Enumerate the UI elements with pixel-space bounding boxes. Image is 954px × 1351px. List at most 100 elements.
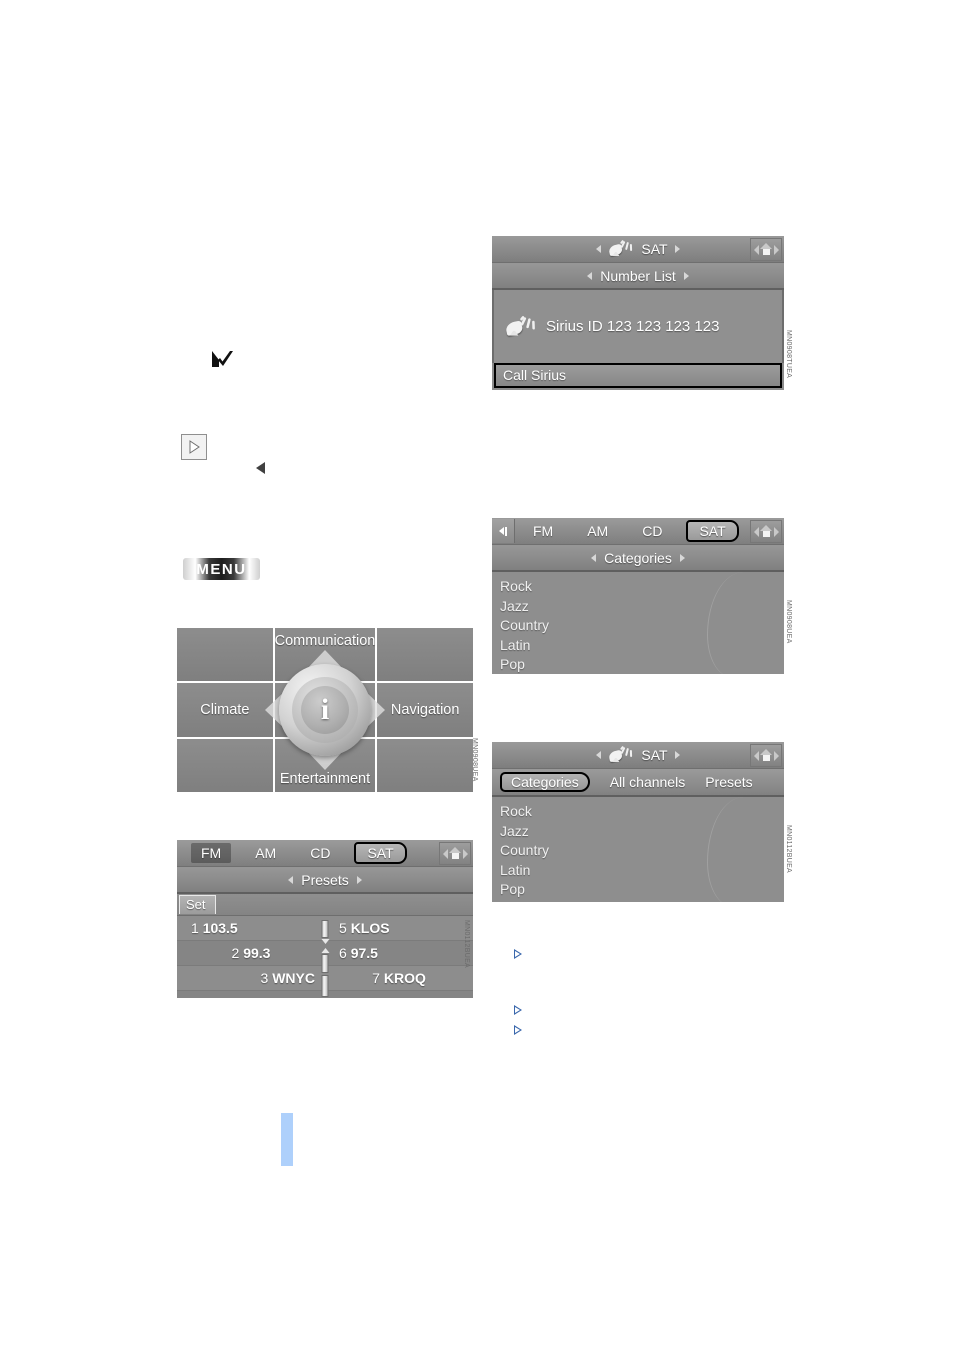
- preset-number: 6: [339, 945, 347, 961]
- header-center: SAT: [492, 742, 784, 768]
- bullet-triangle-icon: [514, 1005, 522, 1015]
- next-arrow-icon[interactable]: [356, 875, 362, 884]
- source-tab-fm[interactable]: FM: [191, 843, 232, 863]
- idrive-cell-blank: [377, 738, 473, 792]
- tab-categories[interactable]: Categories: [500, 772, 590, 792]
- next-arrow-icon[interactable]: [683, 271, 689, 280]
- header-center: SAT: [492, 236, 784, 262]
- tab-presets[interactable]: Presets: [705, 774, 752, 790]
- sirius-id-row[interactable]: Sirius ID 123 123 123 123: [492, 290, 784, 363]
- bullet-triangle-icon: [514, 1025, 522, 1035]
- idrive-cell-center: [274, 683, 376, 737]
- set-button[interactable]: Set: [179, 895, 216, 914]
- preset-number: 4: [276, 995, 284, 998]
- list-item[interactable]: Country: [500, 616, 784, 636]
- list-item[interactable]: Jazz: [500, 822, 784, 842]
- preset-cell-1[interactable]: 1 103.5: [177, 920, 325, 936]
- sub-bar-title: Number List: [600, 267, 676, 284]
- source-tab-am[interactable]: AM: [577, 521, 618, 541]
- source-tabs: FM AM CD SAT: [177, 840, 473, 866]
- display-header: SAT: [492, 236, 784, 263]
- preset-value: 94.3: [288, 995, 315, 998]
- sirius-id-text: Sirius ID 123 123 123 123: [546, 318, 720, 335]
- preset-cell-4[interactable]: 4 94.3: [177, 995, 325, 998]
- list-item[interactable]: Jazz: [500, 597, 784, 617]
- list-item[interactable]: Country: [500, 841, 784, 861]
- next-arrow-icon[interactable]: [674, 245, 680, 253]
- back-arrow-icon[interactable]: [492, 519, 515, 543]
- preset-cell-7[interactable]: 7 KROQ: [325, 970, 473, 986]
- source-tab-sat[interactable]: SAT: [354, 842, 407, 864]
- set-button-label: Set: [186, 897, 206, 912]
- categories-bar[interactable]: Categories: [492, 545, 784, 572]
- table-row[interactable]: 1 103.5 5 KLOS: [177, 916, 473, 941]
- next-arrow-icon[interactable]: [674, 751, 680, 759]
- home-back-icon[interactable]: [439, 842, 471, 865]
- preset-value: 99.3: [243, 945, 271, 961]
- page-edge-marker: [281, 1113, 293, 1166]
- list-item[interactable]: Rock: [500, 802, 784, 822]
- menu-key-label: MENU: [196, 560, 247, 578]
- left-arrow-icon: [256, 462, 265, 474]
- presets-bar[interactable]: Presets: [177, 867, 473, 894]
- sat-categories-display: FM AM CD SAT Categories Rock Jazz Countr…: [492, 518, 784, 674]
- number-list-bar[interactable]: Number List: [492, 263, 784, 290]
- source-tab-am[interactable]: AM: [245, 843, 286, 863]
- source-tab-cd[interactable]: CD: [632, 521, 672, 541]
- prev-arrow-icon[interactable]: [587, 271, 593, 280]
- table-row[interactable]: 2 99.3 6 97.5: [177, 941, 473, 966]
- header-title: SAT: [641, 747, 668, 763]
- prev-arrow-icon[interactable]: [591, 553, 597, 562]
- table-row[interactable]: 3 WNYC 7 KROQ: [177, 966, 473, 991]
- list-item[interactable]: Rock: [500, 577, 784, 597]
- preset-cell-8[interactable]: 8 100.5: [325, 995, 473, 998]
- prev-arrow-icon[interactable]: [596, 245, 602, 253]
- figure-caption: MN0112BUEA: [785, 825, 792, 874]
- home-back-icon[interactable]: [750, 520, 782, 543]
- home-back-icon[interactable]: [750, 744, 782, 767]
- list-item[interactable]: Latin: [500, 636, 784, 656]
- prev-arrow-icon[interactable]: [288, 875, 294, 884]
- next-arrow-icon[interactable]: [679, 553, 685, 562]
- preset-value: WNYC: [272, 970, 315, 986]
- press-button-icon: [181, 434, 207, 460]
- idrive-cell-blank: [377, 628, 473, 682]
- prev-arrow-icon[interactable]: [596, 751, 602, 759]
- preset-cell-3[interactable]: 3 WNYC: [177, 970, 325, 986]
- preset-number: 3: [260, 970, 269, 986]
- menu-key[interactable]: MENU: [183, 558, 260, 580]
- idrive-controller-diagram: Communication Climate Navigation Enterta…: [177, 628, 473, 792]
- note-checkmark-icon: [210, 349, 236, 371]
- idrive-menu-entertainment[interactable]: Entertainment: [274, 738, 376, 792]
- table-row[interactable]: 4 94.3 8 100.5: [177, 991, 473, 998]
- list-item[interactable]: Latin: [500, 861, 784, 881]
- preset-cell-5[interactable]: 5 KLOS: [325, 920, 473, 936]
- list-item[interactable]: Pop: [500, 880, 784, 900]
- sub-bar-title: Presets: [301, 871, 349, 888]
- tab-all-channels[interactable]: All channels: [610, 774, 686, 790]
- preset-cell-6[interactable]: 6 97.5: [325, 945, 473, 961]
- category-list: Rock Jazz Country Latin Pop: [492, 797, 784, 902]
- source-tab-row: FM AM CD SAT: [177, 840, 473, 867]
- preset-number: 8: [416, 995, 424, 998]
- preset-value: KLOS: [350, 920, 390, 936]
- category-list: Rock Jazz Country Latin Pop: [492, 572, 784, 674]
- idrive-menu-climate[interactable]: Climate: [177, 683, 273, 737]
- figure-caption: MN0908UEA: [785, 600, 792, 644]
- sat-tabs-display: SAT Categories All channels Presets Rock…: [492, 742, 784, 902]
- preset-number: 1: [191, 920, 199, 936]
- idrive-menu-communication[interactable]: Communication: [274, 628, 376, 682]
- source-tab-fm[interactable]: FM: [523, 521, 563, 541]
- fm-presets-display: FM AM CD SAT Presets Set 1 103.5 5 KLOS …: [177, 840, 473, 998]
- idrive-cell-blank: [177, 738, 273, 792]
- bullet-triangle-icon: [514, 949, 522, 959]
- idrive-menu-navigation[interactable]: Navigation: [377, 683, 473, 737]
- home-back-icon[interactable]: [750, 238, 782, 261]
- satellite-icon: [608, 745, 634, 764]
- figure-caption: MN0908UEA: [471, 738, 478, 782]
- source-tab-sat[interactable]: SAT: [686, 520, 739, 542]
- list-item[interactable]: Pop: [500, 655, 784, 674]
- source-tab-cd[interactable]: CD: [300, 843, 340, 863]
- call-sirius-button[interactable]: Call Sirius: [494, 363, 782, 388]
- preset-cell-2[interactable]: 2 99.3: [177, 945, 325, 961]
